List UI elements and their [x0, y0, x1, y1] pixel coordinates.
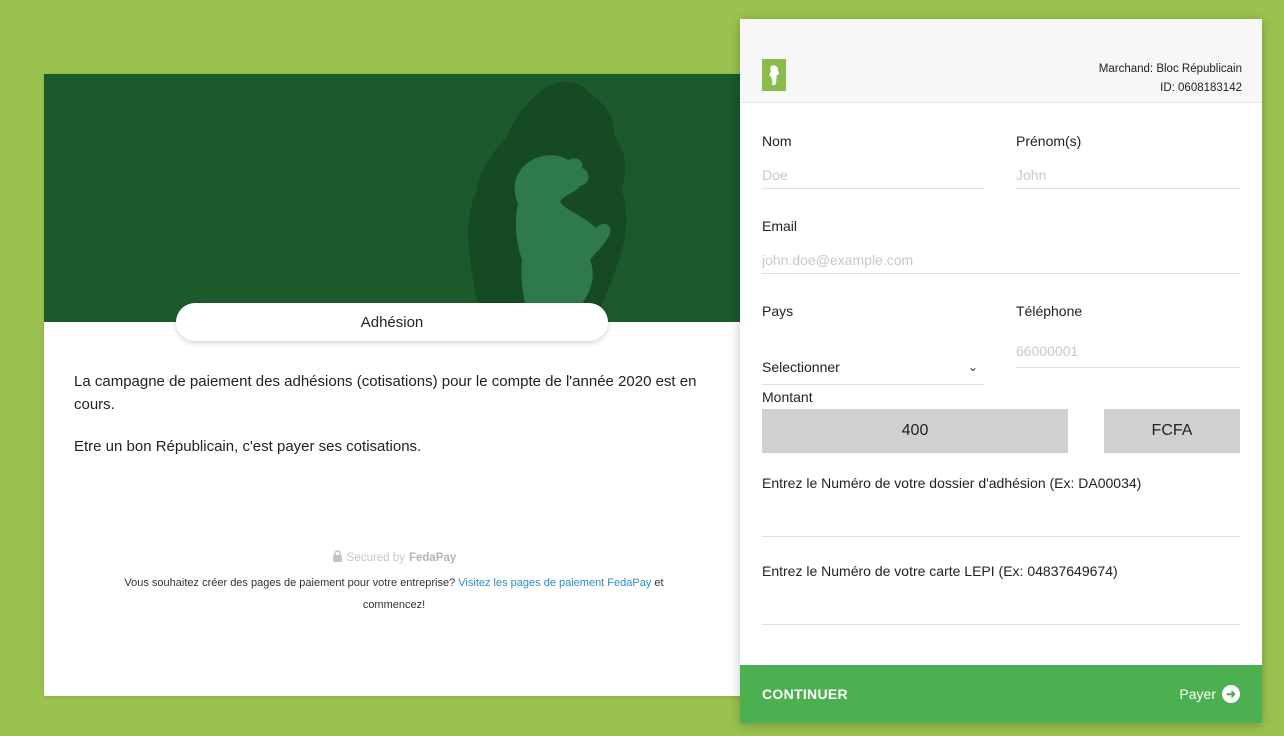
amount-field: 400	[762, 409, 1068, 453]
telephone-input[interactable]	[1016, 334, 1240, 368]
merchant-header: Marchand: Bloc Républicain ID: 060818314…	[740, 19, 1262, 103]
dossier-input[interactable]	[762, 507, 1240, 537]
fedapay-brand: FedaPay	[408, 551, 457, 564]
campaign-banner	[44, 74, 744, 322]
merchant-logo-icon	[762, 59, 786, 91]
prenom-input[interactable]	[1016, 161, 1240, 189]
merchant-info: Marchand: Bloc Républicain ID: 060818314…	[1099, 60, 1242, 98]
secured-by-fedapay: Secured by FedaPay	[44, 550, 744, 565]
amount-value: 400	[901, 422, 929, 439]
prenom-label: Prénom(s)	[1016, 133, 1082, 149]
dossier-label: Entrez le Numéro de votre dossier d'adhé…	[762, 475, 1142, 491]
description-paragraph-1: La campagne de paiement des adhésions (c…	[74, 373, 697, 413]
merchant-id: ID: 0608183142	[1160, 82, 1242, 94]
form-footer: CONTINUER Payer ➜	[740, 665, 1262, 723]
fedapay-pages-link[interactable]: Visitez les pages de paiement FedaPay	[458, 577, 651, 589]
continue-button[interactable]: CONTINUER	[762, 686, 848, 702]
lepi-label: Entrez le Numéro de votre carte LEPI (Ex…	[762, 563, 1118, 579]
campaign-title-pill: Adhésion	[176, 303, 608, 341]
lock-icon	[332, 550, 343, 565]
country-select[interactable]: Selectionner ⌄	[762, 349, 984, 385]
nom-input[interactable]	[762, 161, 984, 189]
description-paragraph-2: Etre un bon Républicain, c'est payer ses…	[74, 438, 422, 455]
campaign-card: Adhésion La campagne de paiement des adh…	[44, 74, 744, 696]
nom-label: Nom	[762, 133, 792, 149]
promo-text-1: Vous souhaitez créer des pages de paieme…	[124, 577, 456, 589]
fedapay-promo: Vous souhaitez créer des pages de paieme…	[124, 572, 664, 616]
country-select-value: Selectionner	[762, 358, 840, 375]
secured-prefix: Secured by	[346, 551, 405, 564]
currency-value: FCFA	[1151, 422, 1193, 439]
currency-badge: FCFA	[1104, 409, 1240, 453]
chevron-down-icon: ⌄	[967, 359, 978, 374]
pays-label: Pays	[762, 303, 794, 319]
email-field[interactable]	[762, 246, 1240, 274]
merchant-name: Marchand: Bloc Républicain	[1098, 63, 1242, 75]
email-label: Email	[762, 218, 798, 234]
payment-form-panel: Marchand: Bloc Républicain ID: 060818314…	[740, 19, 1262, 723]
pay-label: Payer	[1179, 686, 1216, 702]
campaign-title: Adhésion	[360, 313, 424, 331]
campaign-description: La campagne de paiement des adhésions (c…	[74, 370, 714, 458]
horse-emblem-icon	[468, 81, 627, 322]
pay-button[interactable]: Payer ➜	[1179, 685, 1240, 703]
arrow-right-circle-icon: ➜	[1222, 685, 1240, 703]
telephone-label: Téléphone	[1016, 303, 1083, 319]
lepi-input[interactable]	[762, 595, 1240, 625]
montant-label: Montant	[762, 389, 813, 405]
